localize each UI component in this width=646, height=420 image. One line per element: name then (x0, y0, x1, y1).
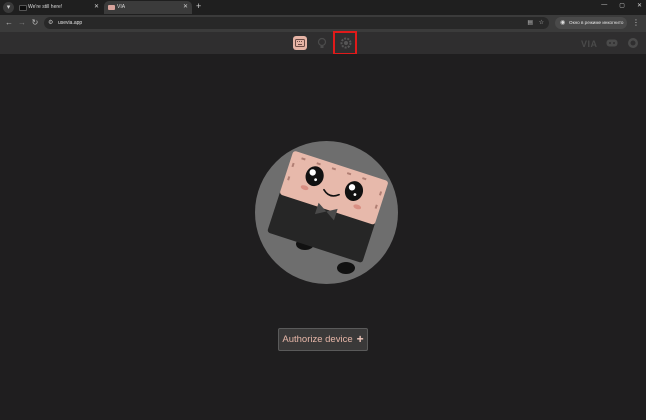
settings-highlight-box (333, 31, 357, 55)
tab-via[interactable]: VIA ✕ (104, 1, 192, 14)
tab-close-icon[interactable]: ✕ (183, 3, 188, 10)
github-icon[interactable] (626, 36, 640, 50)
keyboard-icon[interactable] (293, 36, 307, 50)
via-logo: VIA (581, 39, 598, 49)
new-tab-button[interactable]: + (196, 1, 201, 11)
bookmark-star-icon[interactable]: ☆ (539, 19, 544, 26)
minimize-icon[interactable]: — (601, 2, 607, 9)
back-icon[interactable]: ← (4, 18, 14, 28)
translate-icon[interactable]: ▤ (527, 19, 533, 26)
plus-icon: + (356, 332, 364, 346)
reload-icon[interactable]: ↻ (30, 18, 40, 28)
bulb-icon[interactable] (315, 36, 329, 50)
browser-window: ▾ We're still here! ✕ VIA ✕ + — ▢ ✕ ← → … (0, 0, 646, 420)
tab-we-are-still-here[interactable]: We're still here! ✕ (15, 1, 103, 14)
tab-search-button[interactable]: ▾ (3, 2, 14, 13)
via-favicon-icon (108, 5, 115, 10)
incognito-icon: ◉ (560, 20, 566, 26)
browser-menu-icon[interactable]: ⋮ (632, 18, 640, 27)
tab-strip: ▾ We're still here! ✕ VIA ✕ + — ▢ ✕ (0, 0, 646, 15)
tab-title: VIA (117, 4, 126, 10)
maximize-icon[interactable]: ▢ (619, 2, 625, 9)
incognito-indicator[interactable]: ◉ Окно в режиме инкогнито (555, 17, 627, 29)
app-header: VIA (0, 32, 646, 54)
address-bar[interactable]: ⚙ usevia.app ▤ ☆ (44, 17, 549, 29)
mascot-keyboard-character (267, 151, 388, 274)
mascot-illustration (255, 141, 398, 284)
tab-title: We're still here! (28, 4, 63, 10)
tab-close-icon[interactable]: ✕ (94, 3, 99, 10)
authorize-device-label: Authorize device (282, 334, 353, 345)
browser-toolbar: ← → ↻ ⚙ usevia.app ▤ ☆ ◉ Окно в режиме и… (0, 15, 646, 32)
tab-favicon-icon (19, 5, 27, 11)
address-url: usevia.app (58, 20, 83, 26)
discord-icon[interactable] (605, 36, 619, 50)
forward-icon[interactable]: → (17, 18, 27, 28)
close-window-icon[interactable]: ✕ (637, 2, 642, 9)
incognito-label: Окно в режиме инкогнито (569, 20, 624, 25)
window-controls: — ▢ ✕ (601, 2, 642, 9)
authorize-device-button[interactable]: Authorize device + (278, 328, 368, 351)
site-info-icon[interactable]: ⚙ (48, 19, 53, 26)
